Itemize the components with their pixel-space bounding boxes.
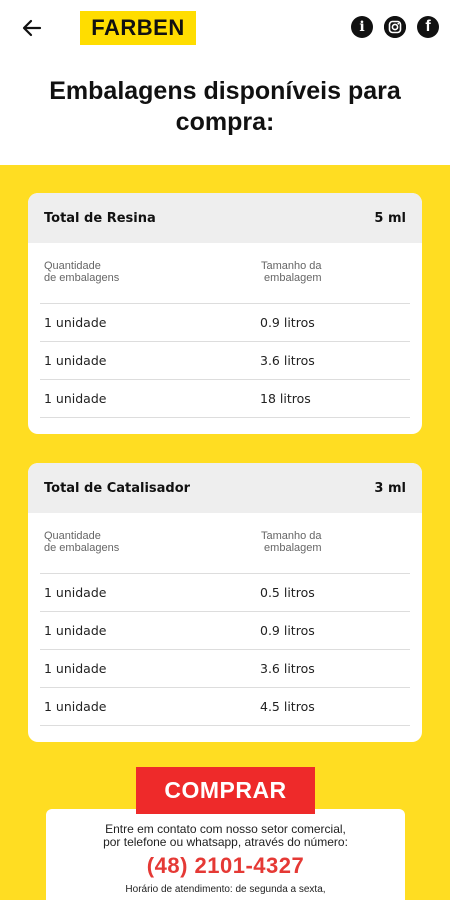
column-header-quantity: Quantidade de embalagens [44,530,120,554]
row-quantity: 1 unidade [44,661,107,676]
row-quantity: 1 unidade [44,699,107,714]
catalyst-card: Total de Catalisador 3 ml Quantidade de e… [28,463,422,742]
row-size: 0.9 litros [260,623,315,638]
card-title: Total de Catalisador [44,480,191,496]
card-amount: 3 ml [374,480,406,496]
card-title: Total de Resina [44,210,156,226]
column-header-size: Tamanho da embalagem [261,260,322,284]
table-row: 1 unidade 4.5 litros [40,688,410,726]
card-header: Total de Resina 5 ml [28,193,422,243]
page-title: Embalagens disponíveis para compra: [49,77,401,136]
brand-logo: FARBEN [80,11,196,45]
contact-text: Entre em contato com nosso setor comerci… [46,809,405,849]
app-header: FARBEN i f [0,0,450,58]
instagram-icon[interactable] [384,16,406,38]
phone-number[interactable]: (48) 2101-4327 [46,853,405,879]
row-size: 0.5 litros [260,585,315,600]
table-row: 1 unidade 18 litros [40,380,410,418]
row-size: 3.6 litros [260,661,315,676]
card-amount: 5 ml [374,210,406,226]
table-row: 1 unidade 0.9 litros [40,304,410,342]
table-row: 1 unidade 3.6 litros [40,650,410,688]
row-quantity: 1 unidade [44,315,107,330]
row-quantity: 1 unidade [44,353,107,368]
table-row: 1 unidade 0.5 litros [40,574,410,612]
business-hours: Horário de atendimento: de segunda a sex… [125,884,326,895]
logo-text: FARBEN [91,15,185,40]
row-size: 0.9 litros [260,315,315,330]
column-header-size: Tamanho da embalagem [261,530,322,554]
column-header-quantity: Quantidade de embalagens [44,260,120,284]
card-header: Total de Catalisador 3 ml [28,463,422,513]
row-size: 18 litros [260,391,311,406]
row-quantity: 1 unidade [44,623,107,638]
contact-box: Entre em contato com nosso setor comerci… [46,809,405,900]
table-header: Quantidade de embalagens Tamanho da embal… [40,243,410,304]
facebook-icon[interactable]: f [417,16,439,38]
resin-card: Total de Resina 5 ml Quantidade de embala… [28,193,422,434]
back-button[interactable] [18,14,46,42]
buy-button[interactable]: COMPRAR [136,767,315,814]
row-quantity: 1 unidade [44,585,107,600]
row-size: 4.5 litros [260,699,315,714]
table-row: 1 unidade 0.9 litros [40,612,410,650]
info-icon[interactable]: i [351,16,373,38]
row-size: 3.6 litros [260,353,315,368]
arrow-left-icon [22,19,42,37]
table-row: 1 unidade 3.6 litros [40,342,410,380]
row-quantity: 1 unidade [44,391,107,406]
contact-line-2: por telefone ou whatsapp, através do núm… [103,835,348,849]
table-header: Quantidade de embalagens Tamanho da embal… [40,513,410,574]
